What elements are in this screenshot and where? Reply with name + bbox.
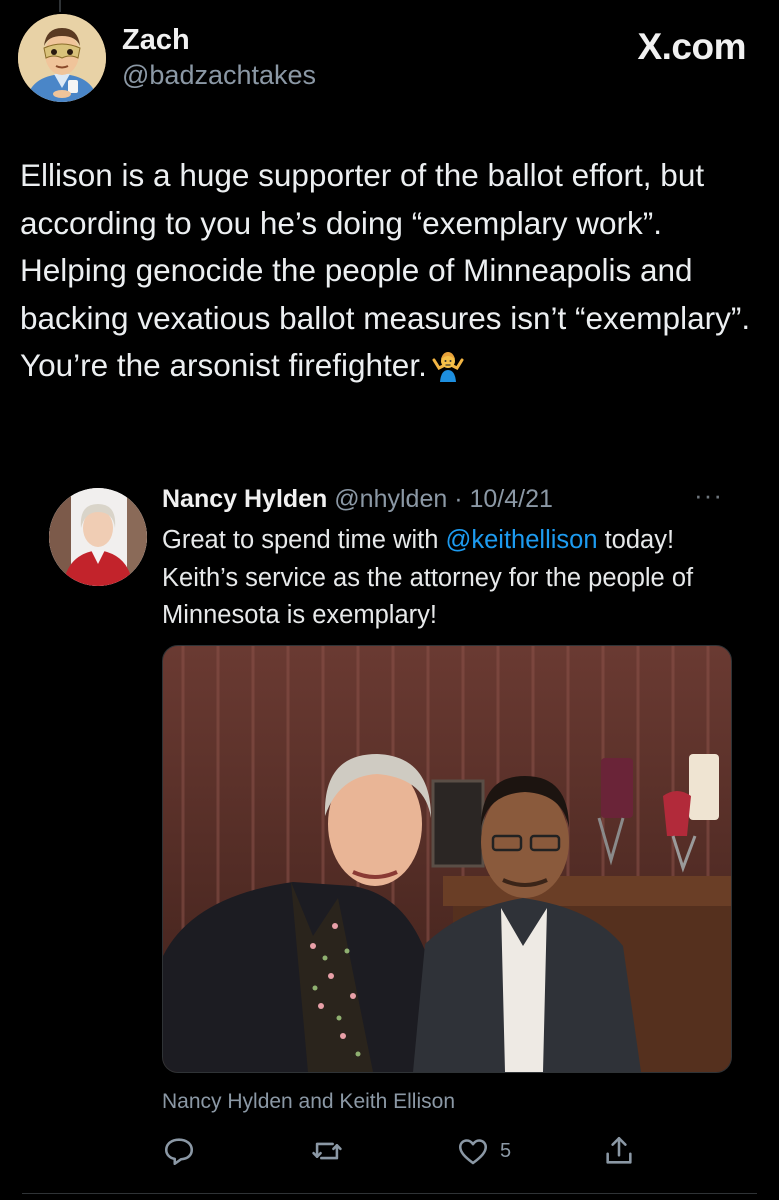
like-button[interactable]: 5 xyxy=(456,1134,511,1168)
reply-button[interactable] xyxy=(162,1134,196,1168)
quoted-text-before: Great to spend time with xyxy=(162,526,446,554)
person-shrugging-icon xyxy=(431,348,465,396)
retweet-icon xyxy=(310,1134,344,1168)
thread-connector-line xyxy=(59,0,61,12)
quoted-author-handle[interactable]: @nhylden xyxy=(334,485,447,513)
author-avatar[interactable] xyxy=(18,14,106,102)
share-button[interactable] xyxy=(602,1134,636,1168)
author-name[interactable]: Zach xyxy=(122,24,316,56)
mention-link[interactable]: @keithellison xyxy=(445,526,597,554)
tweet-text: Ellison is a huge supporter of the ballo… xyxy=(20,152,760,396)
author-handle[interactable]: @badzachtakes xyxy=(122,58,316,92)
tweet-body: Ellison is a huge supporter of the ballo… xyxy=(20,157,751,383)
quoted-tweet-date[interactable]: 10/4/21 xyxy=(469,485,552,513)
photo-caption: Nancy Hylden and Keith Ellison xyxy=(162,1090,455,1113)
action-bar: 5 xyxy=(162,1134,642,1174)
tweet-photo[interactable] xyxy=(162,645,732,1073)
author-block: Zach @badzachtakes xyxy=(122,24,316,92)
reply-icon xyxy=(162,1134,196,1168)
divider xyxy=(22,1193,757,1194)
separator-dot: · xyxy=(454,485,463,513)
quoted-tweet-header: Nancy Hylden @nhylden · 10/4/21 xyxy=(162,482,553,516)
heart-icon xyxy=(456,1134,490,1168)
retweet-button[interactable] xyxy=(310,1134,344,1168)
more-options-icon[interactable]: ··· xyxy=(694,480,723,511)
share-icon xyxy=(602,1134,636,1168)
source-label: X.com xyxy=(637,26,746,67)
quoted-author-name[interactable]: Nancy Hylden xyxy=(162,485,327,513)
like-count: 5 xyxy=(500,1139,512,1162)
quoted-author-avatar[interactable] xyxy=(49,488,147,586)
quoted-tweet-text: Great to spend time with @keithellison t… xyxy=(162,522,742,635)
